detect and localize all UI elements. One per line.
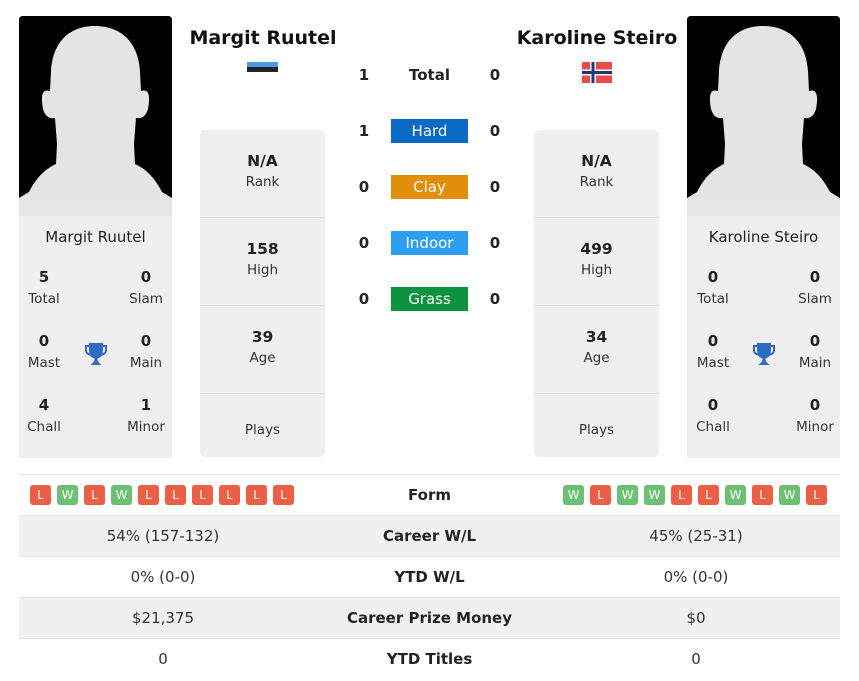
titles-minor: 1 Minor — [127, 396, 165, 435]
titles-total: 5 Total — [28, 268, 60, 307]
norway-flag-icon — [582, 62, 612, 83]
form-loss-badge[interactable]: L — [84, 485, 105, 505]
surface-clay-badge[interactable]: Clay — [391, 175, 468, 199]
form-loss-badge[interactable]: L — [752, 485, 773, 505]
stat-row-ytd-titles: 0 YTD Titles 0 — [19, 638, 840, 679]
rank-row: N/A Rank — [200, 130, 325, 218]
titles-mast: 0 Mast — [27, 332, 61, 371]
player-right-info-card: N/A Rank 499 High 34 Age Plays — [534, 130, 659, 457]
titles-main: 0 Main — [129, 332, 163, 371]
rank-row: N/A Rank — [534, 130, 659, 218]
h2h-hard-row: 1 Hard 0 — [350, 119, 510, 143]
silhouette-icon — [19, 16, 172, 216]
silhouette-icon — [687, 16, 840, 216]
form-right-badges: WLWWLLWLWL — [563, 485, 827, 505]
h2h-total-row: 1 Total 0 — [350, 63, 510, 87]
player-right-name-small[interactable]: Karoline Steiro — [687, 228, 840, 246]
trophy-icon — [753, 343, 775, 365]
form-loss-badge[interactable]: L — [273, 485, 294, 505]
form-loss-badge[interactable]: L — [671, 485, 692, 505]
age-row: 34 Age — [534, 306, 659, 394]
titles-mast: 0 Mast — [696, 332, 730, 371]
form-win-badge[interactable]: W — [725, 485, 746, 505]
titles-minor: 0 Minor — [796, 396, 834, 435]
high-row: 158 High — [200, 218, 325, 306]
titles-chall: 0 Chall — [696, 396, 730, 435]
form-win-badge[interactable]: W — [111, 485, 132, 505]
form-loss-badge[interactable]: L — [219, 485, 240, 505]
surface-indoor-badge[interactable]: Indoor — [391, 231, 468, 255]
form-win-badge[interactable]: W — [617, 485, 638, 505]
surface-hard-badge[interactable]: Hard — [391, 119, 468, 143]
high-row: 499 High — [534, 218, 659, 306]
player-right-photo[interactable] — [687, 16, 840, 216]
titles-slam: 0 Slam — [129, 268, 163, 307]
form-loss-badge[interactable]: L — [138, 485, 159, 505]
h2h-clay-row: 0 Clay 0 — [350, 175, 510, 199]
titles-main: 0 Main — [798, 332, 832, 371]
player-left-photo[interactable] — [19, 16, 172, 216]
estonia-flag-icon — [247, 62, 278, 77]
player-left-info-card: N/A Rank 158 High 39 Age Plays — [200, 130, 325, 457]
form-label: Form — [408, 486, 451, 504]
stat-row-career-wl: 54% (157-132) Career W/L 45% (25-31) — [19, 515, 840, 556]
h2h-indoor-row: 0 Indoor 0 — [350, 231, 510, 255]
form-loss-badge[interactable]: L — [165, 485, 186, 505]
form-loss-badge[interactable]: L — [192, 485, 213, 505]
age-row: 39 Age — [200, 306, 325, 394]
player-right-titles-card: Karoline Steiro 0 Total 0 Slam 0 Mast 0 … — [687, 216, 840, 458]
titles-total: 0 Total — [697, 268, 729, 307]
player-left-name-small[interactable]: Margit Ruutel — [19, 228, 172, 246]
plays-row: Plays — [244, 422, 281, 438]
titles-chall: 4 Chall — [27, 396, 61, 435]
form-loss-badge[interactable]: L — [806, 485, 827, 505]
player-left-titles-card: Margit Ruutel 5 Total 0 Slam 0 Mast 0 Ma… — [19, 216, 172, 458]
form-win-badge[interactable]: W — [779, 485, 800, 505]
form-row: LWLWLLLLLL Form WLWWLLWLWL — [19, 474, 840, 515]
player-right-name[interactable]: Karoline Steiro — [510, 27, 684, 49]
surface-grass-badge[interactable]: Grass — [391, 287, 468, 311]
player-left-name[interactable]: Margit Ruutel — [178, 27, 348, 49]
stat-row-ytd-wl: 0% (0-0) YTD W/L 0% (0-0) — [19, 556, 840, 597]
titles-slam: 0 Slam — [798, 268, 832, 307]
form-win-badge[interactable]: W — [644, 485, 665, 505]
form-loss-badge[interactable]: L — [698, 485, 719, 505]
plays-row: Plays — [578, 422, 615, 438]
form-left-badges: LWLWLLLLLL — [30, 485, 294, 505]
trophy-icon — [85, 343, 107, 365]
form-loss-badge[interactable]: L — [30, 485, 51, 505]
h2h-grass-row: 0 Grass 0 — [350, 287, 510, 311]
form-loss-badge[interactable]: L — [246, 485, 267, 505]
stat-row-prize-money: $21,375 Career Prize Money $0 — [19, 597, 840, 638]
form-win-badge[interactable]: W — [563, 485, 584, 505]
form-loss-badge[interactable]: L — [590, 485, 611, 505]
form-win-badge[interactable]: W — [57, 485, 78, 505]
h2h-total-label: Total — [409, 66, 450, 84]
